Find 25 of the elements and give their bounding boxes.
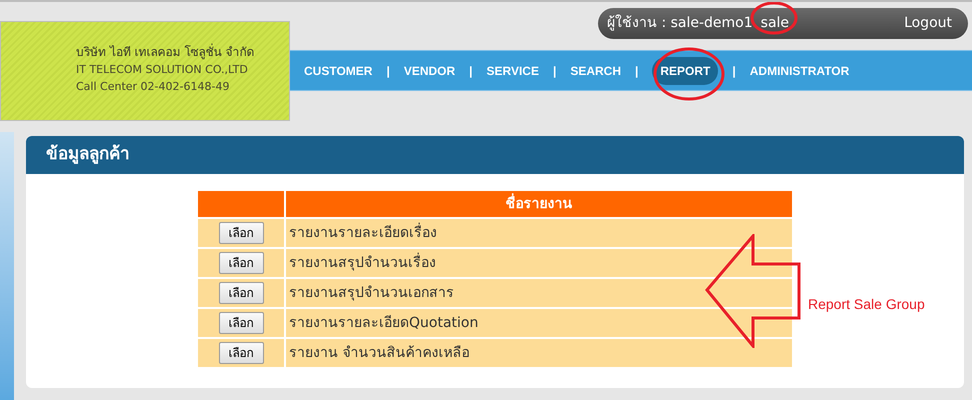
logout-link[interactable]: Logout (904, 13, 952, 34)
nav-separator: | (634, 62, 640, 80)
annotation-text: Report Sale Group (808, 295, 925, 314)
company-name: IT TELECOM SOLUTION CO.,LTD (76, 63, 249, 77)
select-button[interactable]: เลือก (218, 252, 264, 274)
report-name: รายงานสรุปจำนวนเรื่อง (286, 249, 792, 277)
nav-link[interactable]: REPORT (652, 56, 718, 84)
user-label: ผู้ใช้งาน : sale-demo1 (607, 14, 753, 33)
nav-separator: | (552, 62, 558, 80)
report-name: รายงานสรุปจำนวนเอกสาร (286, 279, 792, 307)
nav-separator: | (468, 62, 474, 80)
report-name: รายงาน จำนวนสินค้าคงเหลือ (286, 339, 792, 367)
column-header: ชื่อรายงาน (286, 191, 792, 217)
nav-separator: | (731, 62, 737, 80)
call-center: Call Center 02-402-6148-49 (76, 80, 230, 94)
panel-title: ข้อมูลลูกค้า (46, 143, 130, 166)
report-name: รายงานรายละเอียดQuotation (286, 309, 792, 337)
select-button[interactable]: เลือก (218, 222, 264, 244)
company-name-thai: บริษัท ไอที เทเลคอม โซลูชั่น จำกัด (76, 44, 256, 60)
user-group: sale (760, 13, 790, 34)
select-button[interactable]: เลือก (218, 342, 264, 364)
nav-separator: | (385, 62, 391, 80)
report-name: รายงานรายละเอียดเรื่อง (286, 219, 792, 247)
select-button[interactable]: เลือก (218, 312, 264, 334)
select-button[interactable]: เลือก (218, 282, 264, 304)
